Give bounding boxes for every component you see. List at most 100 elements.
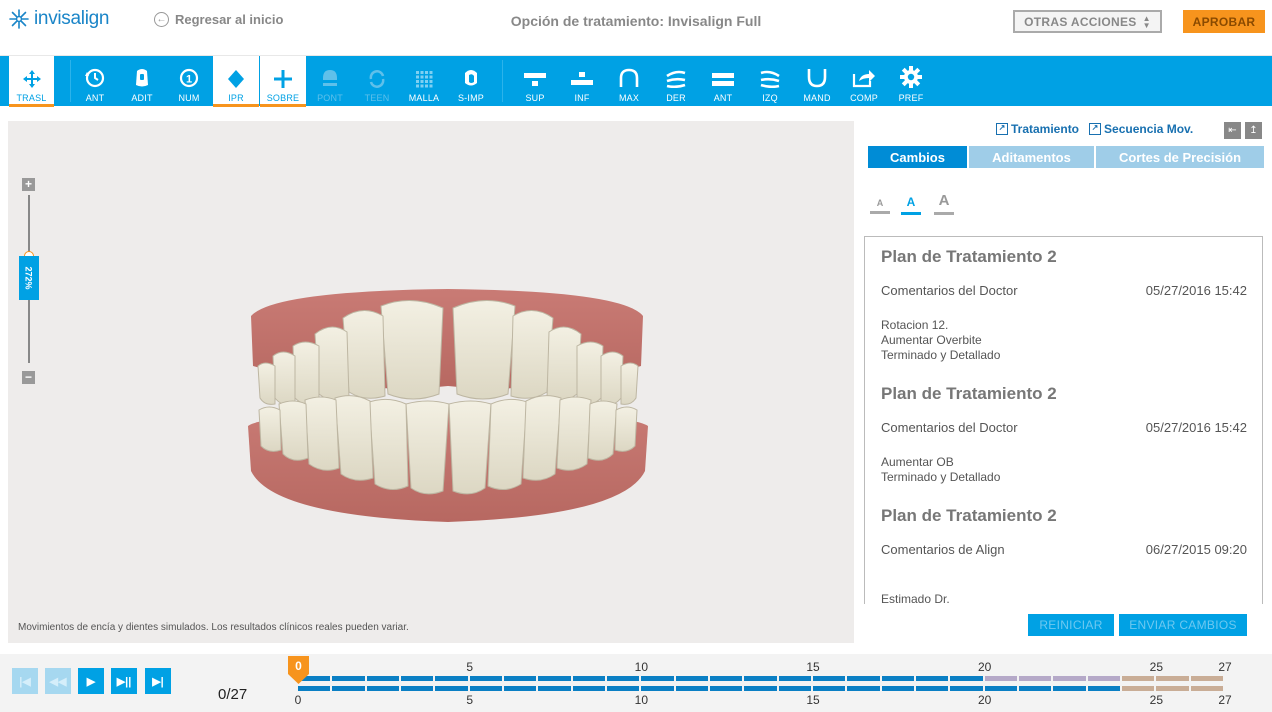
- tool-der[interactable]: DER: [653, 56, 699, 107]
- stage-segment[interactable]: [915, 676, 949, 681]
- stage-segment[interactable]: [1087, 676, 1120, 681]
- last-stage-icon[interactable]: ▶|: [145, 668, 171, 694]
- stage-segment[interactable]: [538, 686, 571, 691]
- tool-mand[interactable]: MAND: [794, 56, 840, 107]
- stage-segment[interactable]: [1121, 676, 1155, 681]
- treatment-link[interactable]: ↗ Tratamiento: [996, 122, 1079, 136]
- zoom-out-icon[interactable]: −: [22, 371, 35, 384]
- other-actions-dropdown[interactable]: OTRAS ACCIONES ▲ ▼: [1013, 10, 1162, 33]
- stage-segment[interactable]: [606, 686, 640, 691]
- tab-cortes-precision[interactable]: Cortes de Precisión: [1096, 146, 1264, 168]
- tool-adit[interactable]: ADIT: [119, 56, 165, 107]
- stage-segment[interactable]: [366, 676, 399, 681]
- expand-panel-icon[interactable]: ↥: [1245, 122, 1262, 139]
- current-stage-marker[interactable]: 0: [288, 656, 309, 684]
- tool-pref[interactable]: PREF: [888, 56, 934, 107]
- send-changes-button[interactable]: ENVIAR CAMBIOS: [1119, 614, 1247, 636]
- stage-segment[interactable]: [778, 686, 811, 691]
- stage-segment[interactable]: [1190, 686, 1223, 691]
- tool-max[interactable]: MAX: [606, 56, 652, 107]
- stage-segment[interactable]: [572, 676, 605, 681]
- tool-ipr[interactable]: IPR: [213, 56, 259, 107]
- play-icon[interactable]: ▶: [78, 668, 104, 694]
- teen-icon: [368, 56, 386, 88]
- tool-num[interactable]: 1 NUM: [166, 56, 212, 107]
- stage-segment[interactable]: [538, 676, 571, 681]
- stage-segment[interactable]: [400, 686, 434, 691]
- tool-malla[interactable]: MALLA: [401, 56, 447, 107]
- stage-segment[interactable]: [984, 686, 1017, 691]
- stage-segment[interactable]: [1053, 676, 1086, 681]
- model-viewport[interactable]: + 272% − Movimientos de encía y dientes …: [8, 121, 854, 643]
- first-stage-icon[interactable]: |◀: [12, 668, 38, 694]
- stage-segment[interactable]: [366, 686, 399, 691]
- stage-segment[interactable]: [641, 676, 674, 681]
- stage-segment[interactable]: [881, 676, 914, 681]
- stage-segment[interactable]: [950, 686, 983, 691]
- step-back-icon[interactable]: ◀◀: [45, 668, 71, 694]
- stage-segment[interactable]: [503, 686, 537, 691]
- stage-segment[interactable]: [606, 676, 640, 681]
- reset-button[interactable]: REINICIAR: [1028, 614, 1114, 636]
- tool-sup[interactable]: SUP: [512, 56, 558, 107]
- sequence-link[interactable]: ↗ Secuencia Mov.: [1089, 122, 1193, 136]
- approve-button[interactable]: APROBAR: [1183, 10, 1265, 33]
- stage-segment[interactable]: [1190, 676, 1223, 681]
- tool-s-imp[interactable]: S-IMP: [448, 56, 494, 107]
- zoom-in-icon[interactable]: +: [22, 178, 35, 191]
- stage-segment[interactable]: [435, 676, 468, 681]
- stage-segment[interactable]: [847, 686, 880, 691]
- stage-segment[interactable]: [1018, 676, 1052, 681]
- stage-segment[interactable]: [744, 676, 777, 681]
- tab-aditamentos[interactable]: Aditamentos: [969, 146, 1094, 168]
- stage-segment[interactable]: [298, 686, 331, 691]
- lower-timeline[interactable]: [298, 686, 1223, 691]
- stage-segment[interactable]: [332, 676, 365, 681]
- stage-segment[interactable]: [400, 676, 434, 681]
- tool-ant-history[interactable]: ANT: [72, 56, 118, 107]
- upper-timeline[interactable]: [298, 676, 1223, 681]
- tool-sobre[interactable]: SOBRE: [260, 56, 306, 107]
- stage-segment[interactable]: [915, 686, 949, 691]
- stage-segment[interactable]: [984, 676, 1017, 681]
- stage-segment[interactable]: [332, 686, 365, 691]
- tool-pont[interactable]: PONT: [307, 56, 353, 107]
- step-forward-icon[interactable]: ▶||: [111, 668, 137, 694]
- stage-segment[interactable]: [1156, 676, 1189, 681]
- tool-inf[interactable]: INF: [559, 56, 605, 107]
- tool-trasl[interactable]: TRASL: [9, 56, 54, 107]
- stage-segment[interactable]: [469, 686, 502, 691]
- treatment-notes[interactable]: Plan de Tratamiento 2 Comentarios del Do…: [864, 236, 1263, 604]
- stage-segment[interactable]: [812, 676, 846, 681]
- stage-segment[interactable]: [1121, 686, 1155, 691]
- stage-segment[interactable]: [950, 676, 983, 681]
- tool-comp[interactable]: COMP: [841, 56, 887, 107]
- collapse-panel-icon[interactable]: ⇤: [1224, 122, 1241, 139]
- stage-segment[interactable]: [847, 676, 880, 681]
- stage-segment[interactable]: [709, 676, 743, 681]
- stage-segment[interactable]: [1018, 686, 1052, 691]
- stage-segment[interactable]: [1156, 686, 1189, 691]
- stage-segment[interactable]: [778, 676, 811, 681]
- stage-segment[interactable]: [435, 686, 468, 691]
- tool-teen[interactable]: TEEN: [354, 56, 400, 107]
- tool-izq[interactable]: IZQ: [747, 56, 793, 107]
- stage-segment[interactable]: [1053, 686, 1086, 691]
- stage-segment[interactable]: [812, 686, 846, 691]
- stage-segment[interactable]: [572, 686, 605, 691]
- zoom-slider[interactable]: + 272% −: [19, 178, 39, 384]
- tool-ant-view[interactable]: ANT: [700, 56, 746, 107]
- stage-segment[interactable]: [1087, 686, 1120, 691]
- stage-segment[interactable]: [744, 686, 777, 691]
- font-size-medium[interactable]: A: [901, 195, 921, 215]
- stage-segment[interactable]: [503, 676, 537, 681]
- stage-segment[interactable]: [881, 686, 914, 691]
- stage-segment[interactable]: [641, 686, 674, 691]
- stage-segment[interactable]: [709, 686, 743, 691]
- tab-cambios[interactable]: Cambios: [868, 146, 967, 168]
- font-size-small[interactable]: A: [870, 198, 890, 214]
- stage-segment[interactable]: [675, 686, 708, 691]
- font-size-large[interactable]: A: [934, 192, 954, 215]
- stage-segment[interactable]: [469, 676, 502, 681]
- stage-segment[interactable]: [675, 676, 708, 681]
